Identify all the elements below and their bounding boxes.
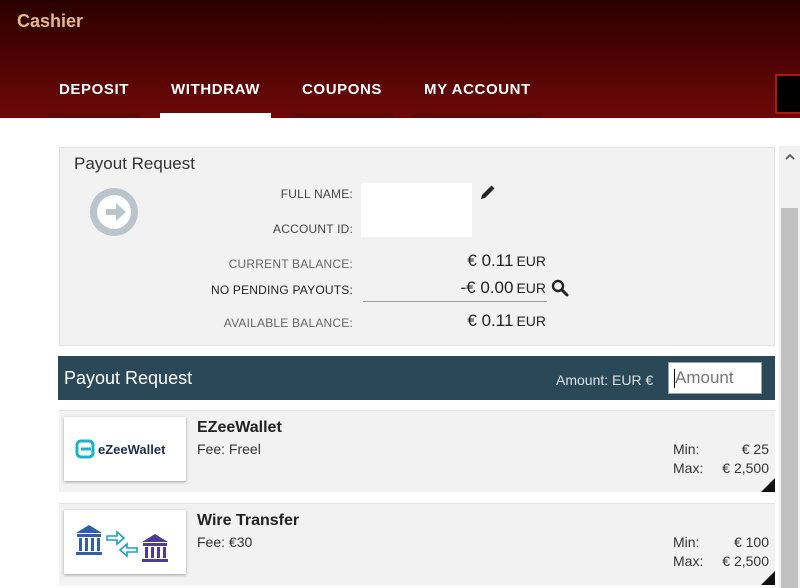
pending-divider — [363, 301, 547, 302]
available-balance-amount: € 0.11 — [467, 311, 514, 330]
max-label: Max: — [673, 553, 704, 569]
ezeewallet-logo: eZeeWallet — [64, 417, 186, 481]
max-value: € 2,500 — [722, 553, 769, 569]
vertical-scrollbar[interactable] — [779, 146, 800, 588]
max-label: Max: — [673, 460, 704, 476]
method-name: Wire Transfer — [197, 512, 300, 529]
tab-my-account[interactable]: MY ACCOUNT — [413, 70, 542, 118]
available-balance-currency: EUR — [516, 313, 546, 329]
bank-transfer-icon — [76, 525, 168, 562]
current-balance-label: CURRENT BALANCE: — [228, 257, 353, 271]
pencil-icon[interactable] — [478, 184, 496, 202]
pending-payouts-currency: EUR — [516, 280, 546, 296]
pending-payouts-value: -€ 0.00 EUR — [362, 278, 547, 298]
method-fee: Fee: €30 — [197, 534, 253, 550]
method-fee: Fee: Freel — [197, 441, 261, 457]
min-value: € 100 — [733, 534, 769, 550]
tab-coupons[interactable]: COUPONS — [291, 70, 394, 118]
card-title: Payout Request — [74, 154, 195, 173]
current-balance-currency: EUR — [516, 253, 546, 269]
header-action-button[interactable] — [775, 74, 800, 114]
cashier-header: Cashier DEPOSIT WITHDRAW COUPONS MY ACCO… — [0, 0, 800, 118]
amount-input[interactable] — [668, 362, 762, 394]
payout-summary-card: Payout Request FULL NAME: ACCOUNT ID: CU… — [59, 147, 775, 346]
full-name-label: FULL NAME: — [280, 187, 353, 201]
current-balance-amount: € 0.11 — [467, 251, 514, 270]
payment-method-wire-transfer[interactable]: Wire Transfer Fee: €30 Min: € 100 Max: €… — [59, 503, 775, 585]
account-id-value — [361, 210, 472, 237]
text-caret — [674, 369, 675, 388]
min-label: Min: — [673, 534, 700, 550]
chevron-up-icon[interactable] — [779, 146, 800, 166]
pending-payouts-label: NO PENDING PAYOUTS: — [210, 283, 353, 297]
full-name-value — [361, 183, 472, 210]
available-balance-label: AVAILABLE BALANCE: — [223, 316, 353, 330]
min-label: Min: — [673, 441, 700, 457]
app-title: Cashier — [17, 11, 84, 31]
tab-withdraw[interactable]: WITHDRAW — [160, 70, 271, 118]
amount-label: Amount: EUR € — [556, 372, 654, 388]
payout-request-title: Payout Request — [64, 368, 193, 388]
bank-transfer-logo — [64, 510, 186, 574]
account-id-label: ACCOUNT ID: — [273, 222, 353, 236]
method-name: EZeeWallet — [197, 419, 282, 436]
payment-method-ezeewallet[interactable]: eZeeWallet EZeeWallet Fee: Freel Min: € … — [59, 410, 775, 492]
payout-request-bar: Payout Request Amount: EUR € — [58, 356, 775, 400]
ezeewallet-logo-text: eZeeWallet — [98, 442, 166, 457]
current-balance-value: € 0.11 EUR — [362, 251, 546, 271]
ezeewallet-mark-icon — [75, 439, 95, 459]
pending-payouts-amount: -€ 0.00 — [460, 278, 514, 297]
max-value: € 2,500 — [722, 460, 769, 476]
scrollbar-thumb[interactable] — [781, 208, 798, 588]
arrow-right-icon — [90, 188, 138, 236]
tab-deposit[interactable]: DEPOSIT — [48, 70, 141, 118]
min-value: € 25 — [741, 441, 769, 457]
tab-bar: DEPOSIT WITHDRAW COUPONS MY ACCOUNT — [48, 70, 562, 118]
available-balance-value: € 0.11 EUR — [362, 311, 546, 331]
search-icon[interactable] — [551, 279, 569, 297]
